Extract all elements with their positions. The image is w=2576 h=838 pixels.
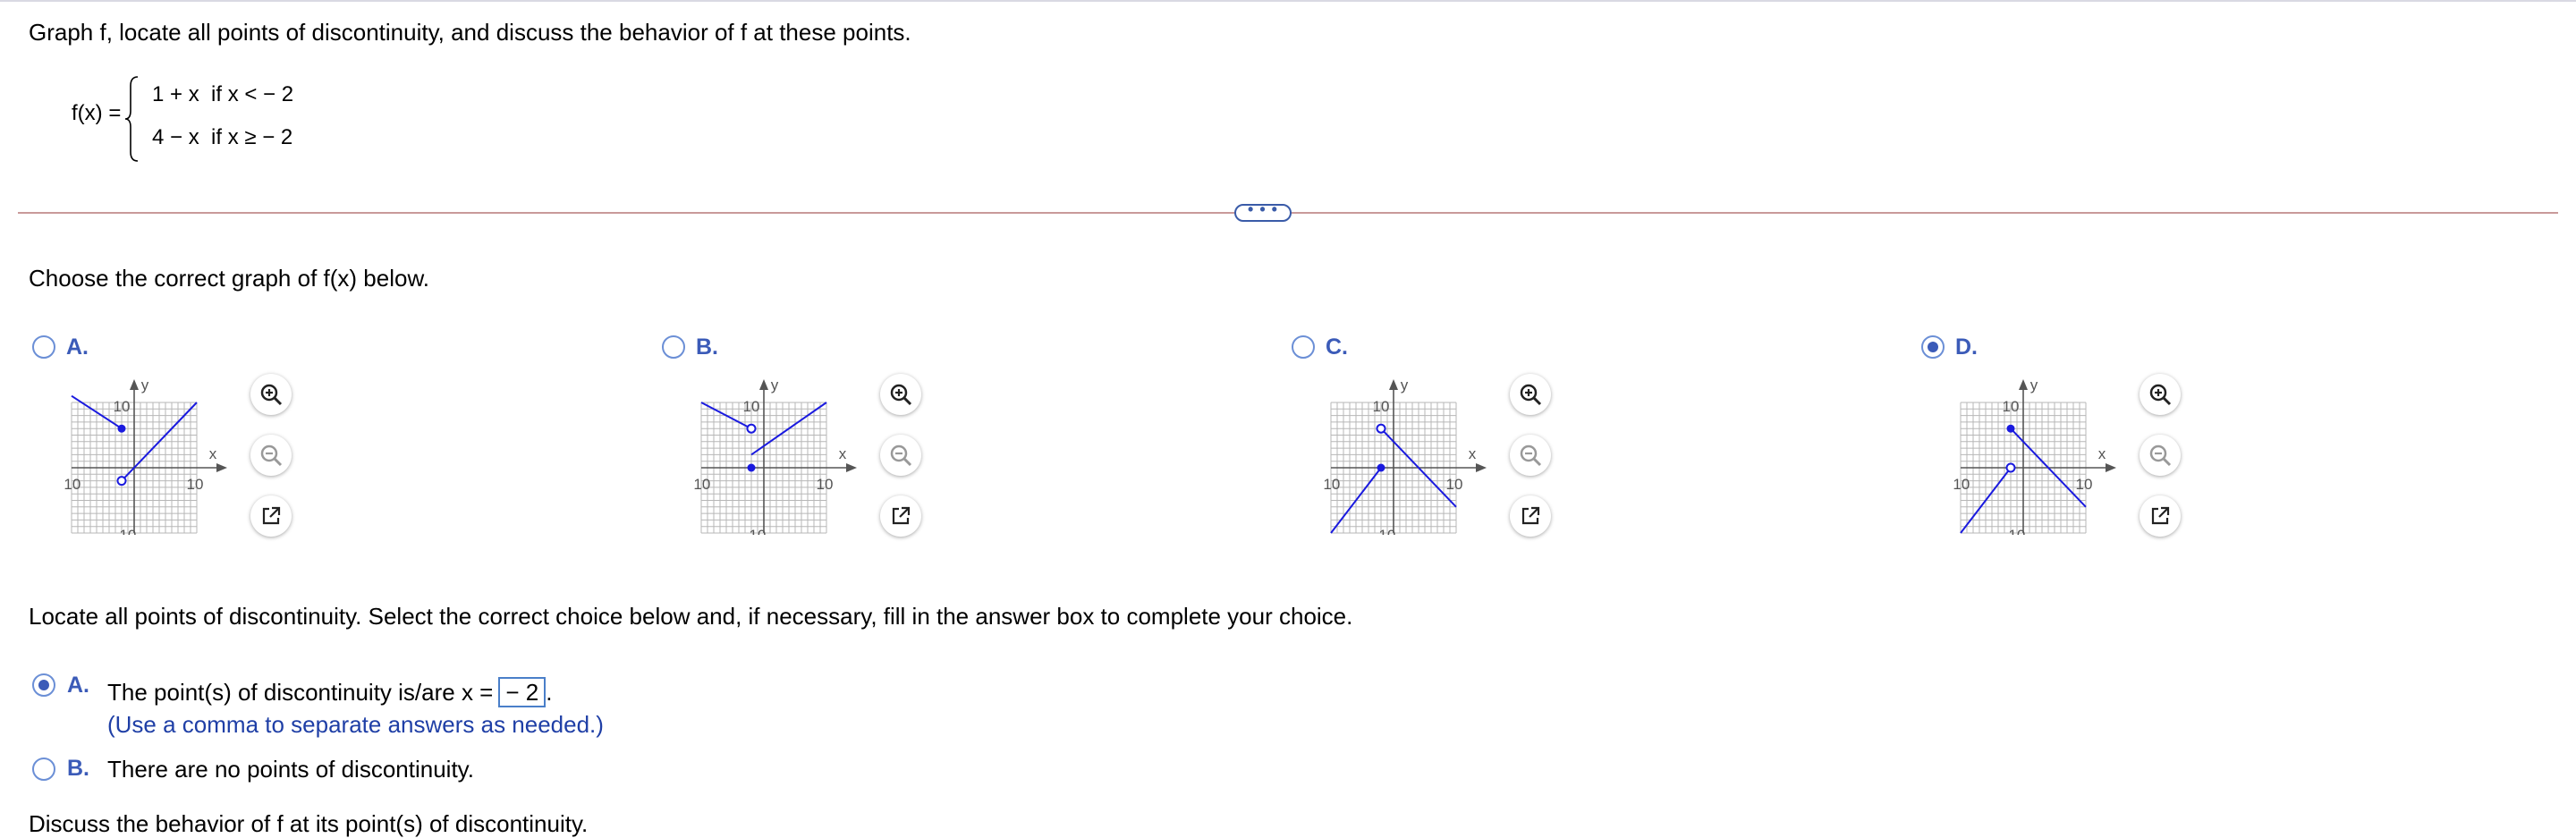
x-axis-label: x (209, 445, 217, 462)
graph-option-letter: A. (66, 334, 89, 360)
choice-a-label: The point(s) of discontinuity is/are x = (107, 678, 494, 706)
function-piece-1: 1 + x if x < − 2 (152, 82, 294, 106)
open-point (2005, 462, 2016, 473)
graph-option-radio-d[interactable] (1921, 335, 1945, 359)
x-tick-max: 10 (187, 476, 204, 493)
y-axis-arrow (759, 379, 768, 390)
graph-option-radio-b[interactable] (662, 335, 685, 359)
y-tick-min: -10 (2004, 527, 2026, 535)
graph-option-radio-c[interactable] (1292, 335, 1315, 359)
closed-point (117, 424, 126, 433)
function-label: f(x) = (72, 101, 122, 125)
x-axis-label: x (2098, 445, 2106, 462)
graph-option-letter: D. (1955, 334, 1978, 360)
x-axis-arrow (1476, 463, 1487, 472)
graph-question-prompt: Choose the correct graph of f(x) below. (29, 265, 430, 292)
y-axis-label: y (141, 377, 149, 394)
graph-option-plot[interactable]: y x -10 10 10 -10 (694, 374, 873, 535)
x-axis-label: x (839, 445, 847, 462)
closed-point (747, 463, 756, 472)
open-new-window-icon[interactable] (2140, 495, 2181, 537)
open-point (116, 476, 127, 487)
y-axis-label: y (771, 377, 779, 394)
choice-a-text: The point(s) of discontinuity is/are x =… (107, 677, 552, 707)
x-tick-max: 10 (817, 476, 834, 493)
graph-option-letter: C. (1326, 334, 1348, 360)
y-axis-label: y (1401, 377, 1409, 394)
choice-b-letter: B. (67, 756, 89, 781)
zoom-in-icon[interactable] (880, 374, 921, 415)
graph-option-radio-a[interactable] (32, 335, 55, 359)
open-point (746, 423, 757, 434)
graph-option-letter: B. (696, 334, 718, 360)
function-piece-2: 4 − x if x ≥ − 2 (152, 125, 293, 149)
y-tick-min: -10 (114, 527, 137, 535)
choice-b-text: There are no points of discontinuity. (107, 756, 474, 783)
discuss-prompt: Discuss the behavior of f at its point(s… (29, 810, 589, 837)
zoom-out-icon[interactable] (2140, 435, 2181, 476)
closed-point (2006, 424, 2015, 433)
x-axis-arrow (2106, 463, 2116, 472)
choice-a-radio[interactable] (32, 673, 55, 697)
open-new-window-icon[interactable] (880, 495, 921, 537)
x-axis-label: x (1469, 445, 1477, 462)
choice-a-suffix: . (546, 678, 553, 706)
expand-button[interactable]: • • • (1234, 201, 1292, 222)
y-axis-label: y (2030, 377, 2038, 394)
open-point (1376, 423, 1386, 434)
x-tick-min: -10 (64, 476, 80, 493)
graph-option-plot[interactable]: y x -10 10 10 -10 (1953, 374, 2132, 535)
question-text: Graph f, locate all points of discontinu… (29, 19, 911, 46)
zoom-in-icon[interactable] (2140, 374, 2181, 415)
x-axis-arrow (846, 463, 857, 472)
y-tick-max: 10 (743, 398, 760, 415)
piecewise-brace (124, 76, 139, 162)
answer-input-box[interactable]: − 2 (498, 677, 547, 707)
x-tick-min: -10 (1324, 476, 1340, 493)
choice-a-hint: (Use a comma to separate answers as need… (107, 711, 604, 738)
y-tick-max: 10 (1373, 398, 1390, 415)
y-axis-arrow (2019, 379, 2028, 390)
y-tick-max: 10 (114, 398, 131, 415)
zoom-out-icon[interactable] (1510, 435, 1551, 476)
top-border (0, 0, 2576, 2)
locate-question-prompt: Locate all points of discontinuity. Sele… (29, 603, 1353, 630)
zoom-in-icon[interactable] (1510, 374, 1551, 415)
open-new-window-icon[interactable] (250, 495, 292, 537)
y-axis-arrow (1389, 379, 1398, 390)
y-tick-max: 10 (2003, 398, 2020, 415)
graph-option-plot[interactable]: y x -10 10 10 -10 (1324, 374, 1503, 535)
choice-a-letter: A. (67, 673, 89, 698)
choice-b-radio[interactable] (32, 758, 55, 781)
closed-point (1377, 463, 1385, 472)
zoom-in-icon[interactable] (250, 374, 292, 415)
y-axis-arrow (130, 379, 139, 390)
x-tick-min: -10 (1953, 476, 1970, 493)
x-tick-max: 10 (1446, 476, 1463, 493)
x-axis-arrow (216, 463, 227, 472)
zoom-out-icon[interactable] (250, 435, 292, 476)
x-tick-max: 10 (2076, 476, 2093, 493)
graph-option-plot[interactable]: y x -10 10 10 -10 (64, 374, 243, 535)
x-tick-min: -10 (694, 476, 710, 493)
y-tick-min: -10 (744, 527, 767, 535)
open-new-window-icon[interactable] (1510, 495, 1551, 537)
zoom-out-icon[interactable] (880, 435, 921, 476)
y-tick-min: -10 (1374, 527, 1396, 535)
